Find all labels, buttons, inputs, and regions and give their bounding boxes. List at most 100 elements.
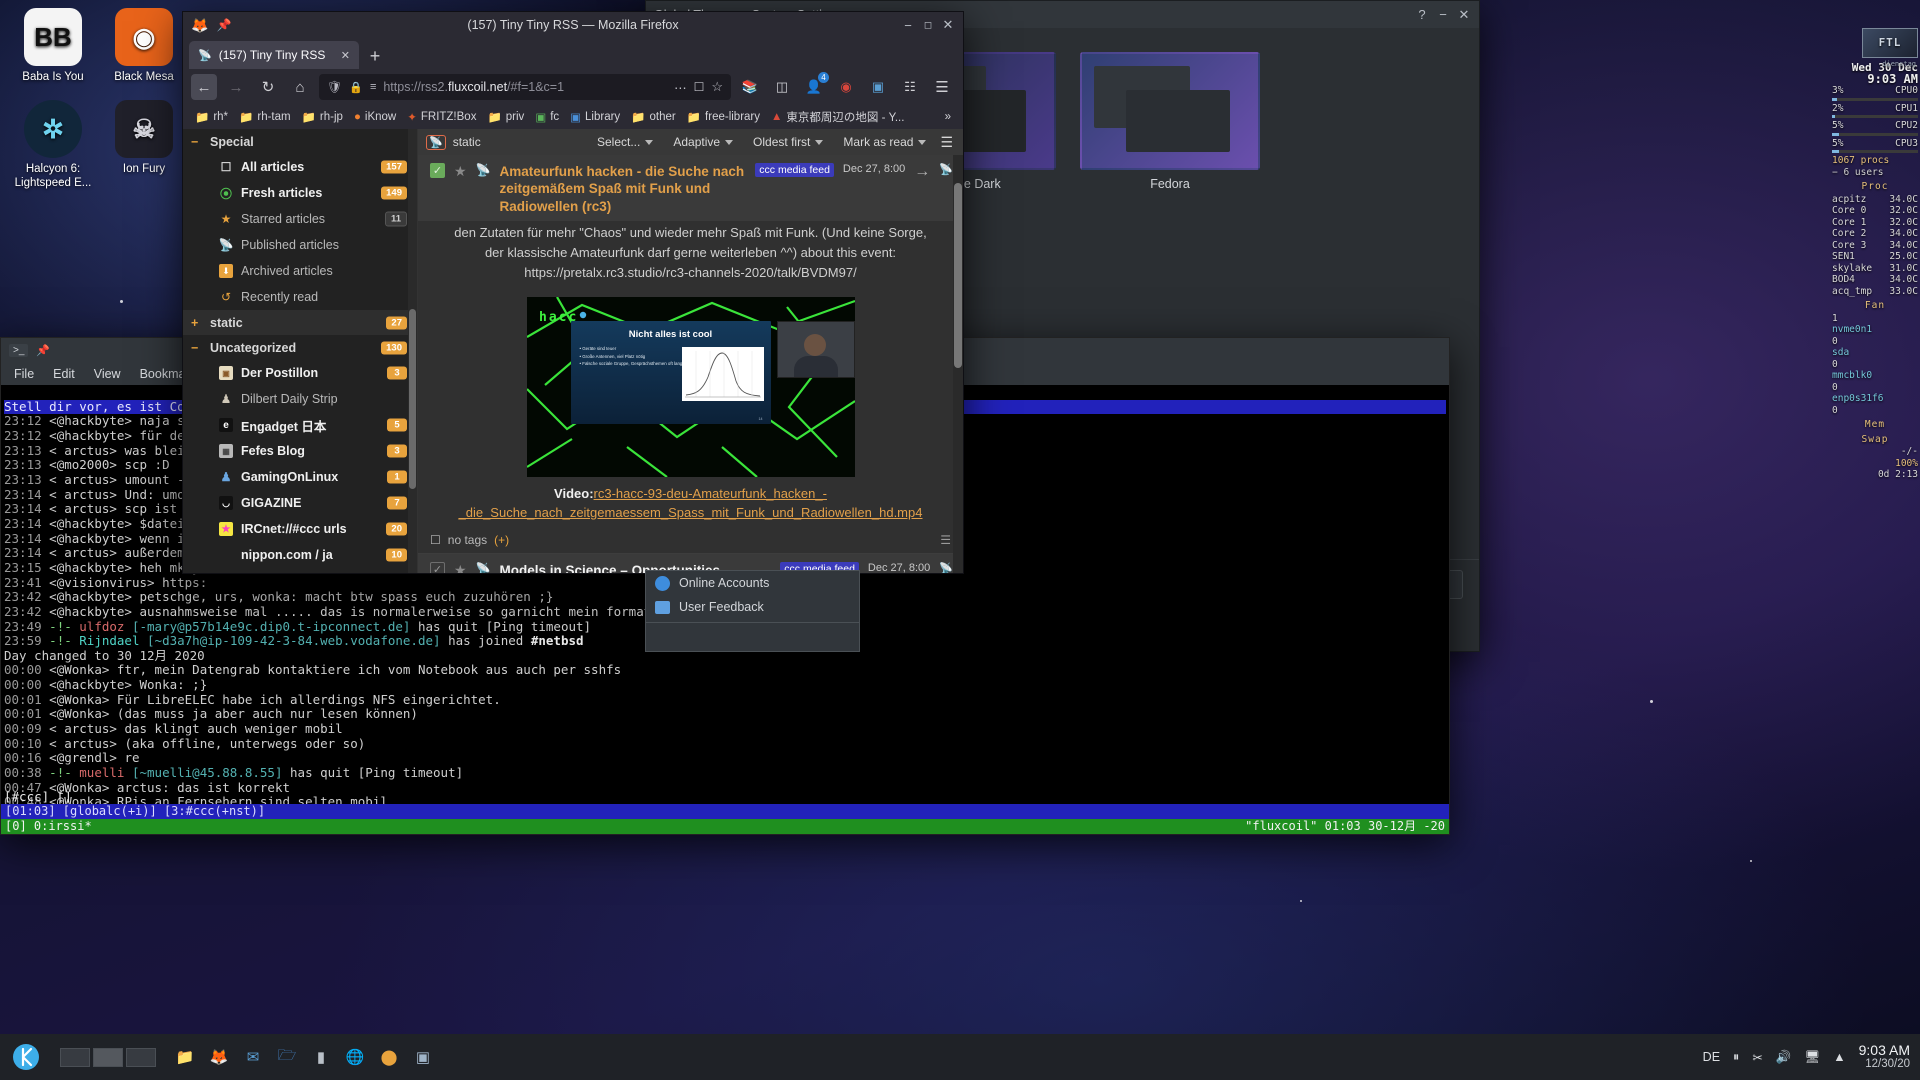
close-button[interactable]: ✕: [1455, 6, 1473, 24]
system-tray[interactable]: DE ⏸ ✂ 🔊 🖥 ▲ 9:03 AM 12/30/20: [1703, 1042, 1920, 1071]
help-button[interactable]: ?: [1413, 6, 1431, 24]
article-image[interactable]: hacc Nicht alles ist cool • Geräte sind …: [526, 297, 855, 478]
minimize-button[interactable]: −: [899, 16, 917, 34]
sidebar-feed-nippon-com-ja[interactable]: nippon.com / ja 10: [183, 542, 417, 568]
article-video-link[interactable]: Video:rc3-hacc-93-deu-Amateurfunk_hacken…: [418, 477, 963, 527]
expand-toggle-icon[interactable]: +: [191, 316, 201, 330]
pocket-toolbar-icon[interactable]: ◉: [833, 74, 859, 100]
category-static[interactable]: + static 27: [183, 310, 417, 335]
bookmark-rh-jp[interactable]: 📁 rh-jp: [298, 108, 347, 126]
add-tag-button[interactable]: (+): [494, 533, 509, 547]
forward-button[interactable]: →: [223, 74, 249, 100]
extension-icon[interactable]: ▣: [865, 74, 891, 100]
sidebar-feed-starred-articles[interactable]: ★ Starred articles 11: [183, 206, 417, 232]
grid-icon[interactable]: ☷: [897, 74, 923, 100]
sidebar-feed-gigazine[interactable]: ◡ GIGAZINE 7: [183, 490, 417, 516]
ttrss-toolbar[interactable]: 📡 static Select... Adaptive Oldest first: [418, 129, 963, 155]
collapse-toggle-icon[interactable]: −: [191, 341, 201, 355]
bookmark-priv[interactable]: 📁 priv: [483, 108, 528, 126]
task-folder[interactable]: 🗁: [272, 1042, 302, 1072]
sidebar-feed-fefes-blog[interactable]: ▦ Fefes Blog 3: [183, 438, 417, 464]
firefox-titlebar[interactable]: 🦊 📌 (157) Tiny Tiny RSS — Mozilla Firefo…: [183, 12, 963, 38]
menu-file[interactable]: File: [14, 367, 34, 381]
home-button[interactable]: ⌂: [287, 74, 313, 100]
close-tab-icon[interactable]: ✕: [341, 49, 350, 62]
desktop-3[interactable]: [126, 1047, 156, 1067]
article-pane-scrollbar-thumb[interactable]: [954, 183, 962, 368]
select-dropdown[interactable]: Select...: [587, 135, 663, 149]
minimize-button[interactable]: −: [1434, 6, 1452, 24]
pin-icon[interactable]: 📌: [36, 344, 50, 357]
sidebar-scrollbar-thumb[interactable]: [409, 309, 416, 489]
menu-item-user-feedback[interactable]: User Feedback: [646, 595, 859, 619]
bookmarks-overflow-button[interactable]: »: [941, 109, 955, 125]
article-feed-badge[interactable]: ccc media feed: [755, 163, 834, 177]
article-tags[interactable]: ☐ no tags (+) ☰: [418, 527, 963, 553]
bookmark-star-icon[interactable]: ☆: [711, 79, 723, 95]
theme-card-fedora[interactable]: Fedora: [1080, 52, 1260, 191]
bookmark-tokyo-map[interactable]: ▲ 東京都周辺の地図 - Y...: [767, 107, 908, 127]
sidebar-feed-tagesschau[interactable]: ◐ Tagesschau 35: [183, 568, 417, 573]
shield-icon[interactable]: 🛡: [327, 80, 342, 94]
mark-read-checkbox[interactable]: ✓: [430, 561, 445, 573]
publish-toggle-icon[interactable]: 📡: [476, 562, 491, 573]
desktop-icon-ion-fury[interactable]: ☠ Ion Fury: [96, 100, 192, 176]
star-toggle-icon[interactable]: ★: [454, 562, 467, 573]
task-settings[interactable]: ▣: [408, 1042, 438, 1072]
category-uncategorized[interactable]: − Uncategorized 130: [183, 335, 417, 360]
scissors-icon[interactable]: ✂: [1752, 1050, 1762, 1065]
desktop-2[interactable]: [93, 1047, 123, 1067]
lock-icon[interactable]: 🔒: [349, 81, 363, 94]
pause-icon[interactable]: ⏸: [1733, 1050, 1739, 1065]
back-button[interactable]: ←: [191, 74, 217, 100]
page-actions-icon[interactable]: ⋯: [674, 80, 687, 95]
ttrss-article-pane[interactable]: 📡 static Select... Adaptive Oldest first: [418, 129, 963, 573]
bookmark-rh-tam[interactable]: 📁 rh-tam: [235, 108, 295, 126]
sidebar-feed-all-articles[interactable]: ☐ All articles 157: [183, 154, 417, 180]
menu-edit[interactable]: Edit: [53, 367, 75, 381]
bookmarks-bar[interactable]: 📁 rh* 📁 rh-tam 📁 rh-jp ● iKnow ✦ FRITZ!Box 📁 p…: [183, 105, 963, 129]
bookmark-free-library[interactable]: 📁 free-library: [683, 108, 764, 126]
kde-start-button[interactable]: [0, 1034, 52, 1080]
irssi-input-prompt[interactable]: [#ccc] []: [4, 789, 72, 804]
article-item[interactable]: ✓ ★ 📡 Amateurfunk hacken - die Suche nac…: [418, 155, 963, 553]
volume-icon[interactable]: 🔊: [1776, 1050, 1792, 1065]
close-button[interactable]: ✕: [939, 16, 957, 34]
maximize-button[interactable]: ◻: [919, 16, 937, 34]
chevron-up-icon[interactable]: ▲: [1833, 1050, 1845, 1064]
article-title[interactable]: Amateurfunk hacken - die Suche nach zeit…: [500, 163, 747, 215]
bookmark-library[interactable]: ▣ Library: [566, 108, 624, 126]
pocket-icon[interactable]: ☐: [694, 80, 705, 94]
clock[interactable]: 9:03 AM 12/30/20: [1859, 1042, 1910, 1071]
menu-item-online-accounts[interactable]: Online Accounts: [646, 571, 859, 595]
article-rss-icon[interactable]: 📡: [939, 163, 953, 176]
mark-as-read-button[interactable]: Mark as read: [833, 135, 936, 149]
desktop-icon-halcyon-6[interactable]: ✲ Halcyon 6: Lightspeed E...: [5, 100, 101, 191]
task-firefox[interactable]: 🦊: [204, 1042, 234, 1072]
view-mode-dropdown[interactable]: Adaptive: [663, 135, 743, 149]
sidebar-feed-recently-read[interactable]: ↺ Recently read: [183, 284, 417, 310]
star-toggle-icon[interactable]: ★: [454, 163, 467, 180]
collapse-toggle-icon[interactable]: −: [191, 135, 201, 149]
article-header[interactable]: ✓ ★ 📡 Amateurfunk hacken - die Suche nac…: [418, 155, 963, 221]
article-actions-icon[interactable]: ☰: [940, 533, 951, 547]
theme-thumbnail[interactable]: [1080, 52, 1260, 170]
usb-icon[interactable]: 🖥: [1804, 1050, 1820, 1065]
menu-icon[interactable]: ☰: [929, 74, 955, 100]
reload-button[interactable]: ↻: [255, 74, 281, 100]
virtual-desktop-pager[interactable]: [52, 1047, 164, 1067]
article-collapse-icon[interactable]: →: [914, 163, 930, 181]
sidebar-feed-archived-articles[interactable]: ⬇ Archived articles: [183, 258, 417, 284]
hamburger-menu-icon[interactable]: ☰: [936, 134, 957, 151]
bookmark-rh[interactable]: 📁 rh*: [191, 108, 232, 126]
firefox-tabstrip[interactable]: 📡 (157) Tiny Tiny RSS ✕ +: [183, 38, 963, 69]
keyboard-layout-indicator[interactable]: DE: [1703, 1050, 1720, 1064]
task-terminal[interactable]: ▮: [306, 1042, 336, 1072]
firefox-window[interactable]: 🦊 📌 (157) Tiny Tiny RSS — Mozilla Firefo…: [182, 11, 964, 574]
task-buttons[interactable]: 📁 🦊 ✉ 🗁 ▮ 🌐 ⬤ ▣: [164, 1042, 438, 1072]
sidebar-feed-ircnet-ccc-urls[interactable]: ★ IRCnet://#ccc urls 20: [183, 516, 417, 542]
bookmark-iknow[interactable]: ● iKnow: [350, 109, 400, 125]
publish-toggle-icon[interactable]: 📡: [476, 163, 491, 177]
sidebar-feed-dilbert-daily-strip[interactable]: ♟ Dilbert Daily Strip: [183, 386, 417, 412]
permissions-icon[interactable]: ≡: [370, 81, 376, 93]
